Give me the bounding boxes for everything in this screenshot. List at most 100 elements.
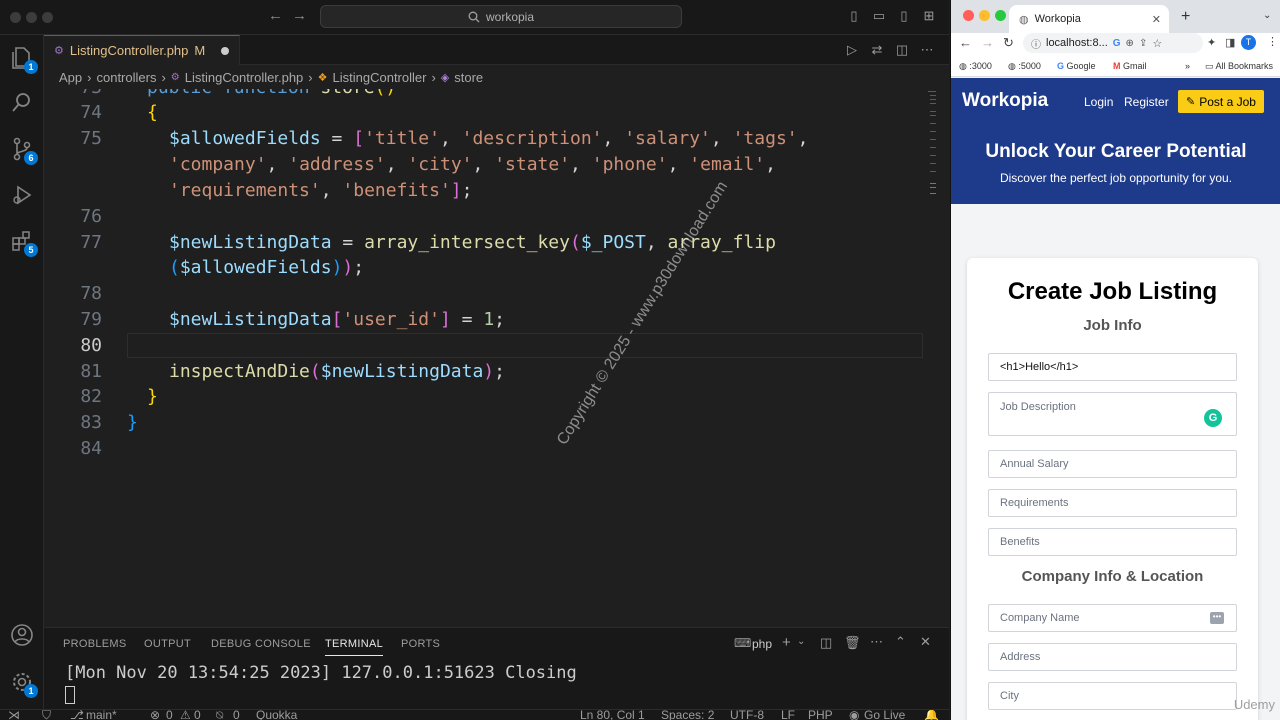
tab-problems[interactable]: PROBLEMS bbox=[63, 638, 127, 650]
breadcrumb-app[interactable]: App bbox=[59, 70, 82, 85]
command-center[interactable]: workopia bbox=[320, 5, 682, 28]
breadcrumb-class[interactable]: ListingController bbox=[333, 70, 427, 85]
site-logo[interactable]: Workopia bbox=[962, 90, 1048, 112]
city-input[interactable]: City bbox=[988, 682, 1237, 710]
forward-arrow-icon[interactable]: → bbox=[292, 7, 307, 24]
run-file-icon[interactable]: ▷ bbox=[844, 43, 860, 57]
toggle-sidebar-icon[interactable]: ▯ bbox=[846, 9, 862, 23]
menu-kebab-icon[interactable]: ⋮ bbox=[1267, 35, 1278, 48]
close-window-button[interactable] bbox=[963, 10, 974, 21]
tab-listing-controller[interactable]: ⚙ ListingController.php M bbox=[44, 35, 240, 65]
all-bookmarks[interactable]: ▭ All Bookmarks bbox=[1205, 61, 1273, 72]
browser-tab-workopia[interactable]: ◍ Workopia ✕ bbox=[1009, 5, 1169, 33]
address-bar[interactable]: ⓘ localhost:8... G ⊕ ⇪ ☆ bbox=[1023, 33, 1203, 53]
extensions-puzzle-icon[interactable]: ✦ bbox=[1207, 36, 1216, 49]
tab-ports[interactable]: PORTS bbox=[401, 638, 440, 650]
more-bookmarks-icon[interactable]: » bbox=[1185, 61, 1190, 71]
close-tab-icon[interactable]: ✕ bbox=[1152, 13, 1161, 26]
bookmark-5000[interactable]: ◍ :5000 bbox=[1008, 61, 1041, 72]
bell-icon[interactable]: 🔔 bbox=[924, 710, 939, 720]
customize-layout-icon[interactable]: ⊞ bbox=[921, 9, 937, 23]
source-control-icon[interactable]: 6 bbox=[8, 135, 38, 165]
split-editor-icon[interactable]: ◫ bbox=[894, 43, 910, 57]
tab-search-icon[interactable]: ⌄ bbox=[1263, 10, 1271, 21]
maximize-panel-icon[interactable]: ⌃ bbox=[895, 634, 906, 650]
breadcrumb-controllers[interactable]: controllers bbox=[96, 70, 156, 85]
compare-changes-icon[interactable]: ⇄ bbox=[869, 43, 885, 57]
login-link[interactable]: Login bbox=[1084, 95, 1113, 109]
shield-icon[interactable]: ⛉ bbox=[42, 710, 51, 720]
indentation[interactable]: Spaces: 2 bbox=[661, 710, 714, 720]
remote-icon[interactable]: ⋊ bbox=[8, 710, 20, 720]
bookmark-3000[interactable]: ◍ :3000 bbox=[959, 61, 992, 72]
quokka-status[interactable]: Quokka bbox=[256, 710, 297, 720]
trash-icon[interactable]: 🗑 bbox=[844, 635, 861, 651]
back-arrow-icon[interactable]: ← bbox=[268, 7, 283, 24]
back-arrow-icon[interactable]: ← bbox=[959, 35, 972, 50]
zoom-icon[interactable]: ⊕ bbox=[1126, 38, 1134, 49]
side-panel-icon[interactable]: ◨ bbox=[1225, 36, 1235, 49]
new-terminal-icon[interactable]: + bbox=[782, 634, 791, 651]
bookmark-gmail[interactable]: M Gmail bbox=[1113, 61, 1147, 71]
benefits-input[interactable]: Benefits bbox=[988, 528, 1237, 556]
error-count[interactable]: 0 bbox=[166, 710, 173, 720]
toggle-panel-icon[interactable]: ▭ bbox=[871, 9, 887, 23]
bookmark-star-icon[interactable]: ☆ bbox=[1152, 37, 1162, 50]
profile-avatar[interactable]: T bbox=[1241, 35, 1256, 50]
encoding[interactable]: UTF-8 bbox=[730, 710, 764, 720]
settings-gear-icon[interactable]: 1 bbox=[8, 668, 38, 698]
close-panel-icon[interactable]: ✕ bbox=[920, 634, 931, 650]
minimap[interactable] bbox=[924, 89, 936, 209]
more-actions-icon[interactable]: ⋯ bbox=[919, 43, 935, 57]
line-endings[interactable]: LF bbox=[781, 710, 795, 720]
google-lens-icon[interactable]: G bbox=[1113, 38, 1121, 49]
close-window-button[interactable] bbox=[10, 12, 21, 23]
browser-tab-strip: ◍ Workopia ✕ + ⌄ bbox=[951, 0, 1280, 33]
autofill-icon[interactable]: ••• bbox=[1210, 612, 1224, 624]
bookmark-google[interactable]: G Google bbox=[1057, 61, 1096, 71]
requirements-input[interactable]: Requirements bbox=[988, 489, 1237, 517]
go-live-button[interactable]: Go Live bbox=[864, 710, 905, 720]
tab-output[interactable]: OUTPUT bbox=[144, 638, 191, 650]
toggle-secondary-sidebar-icon[interactable]: ▯ bbox=[896, 9, 912, 23]
maximize-window-button[interactable] bbox=[42, 12, 53, 23]
split-terminal-icon[interactable]: ◫ bbox=[820, 635, 832, 651]
terminal-output-line: [Mon Nov 20 13:54:25 2023] 127.0.0.1:516… bbox=[65, 663, 577, 683]
annual-salary-input[interactable]: Annual Salary bbox=[988, 450, 1237, 478]
new-tab-icon[interactable]: + bbox=[1181, 8, 1190, 26]
breadcrumb-file[interactable]: ListingController.php bbox=[185, 70, 304, 85]
minimize-window-button[interactable] bbox=[979, 10, 990, 21]
breadcrumb-method[interactable]: store bbox=[454, 70, 483, 85]
info-count[interactable]: 0 bbox=[233, 710, 240, 720]
reload-icon[interactable]: ↻ bbox=[1003, 35, 1014, 51]
extensions-icon[interactable]: 5 bbox=[8, 227, 38, 257]
code-editor[interactable]: 73 74 75 76 77 78 79 80 81 82 83 84 publ… bbox=[44, 89, 936, 627]
job-title-input[interactable]: <h1>Hello</h1> bbox=[988, 353, 1237, 381]
share-icon[interactable]: ⇪ bbox=[1139, 38, 1147, 49]
explorer-icon[interactable]: 1 bbox=[8, 44, 38, 74]
line-number: 84 bbox=[80, 438, 102, 459]
unsaved-dot-icon[interactable] bbox=[221, 46, 230, 55]
run-debug-icon[interactable] bbox=[8, 181, 36, 209]
company-name-input[interactable]: Company Name ••• bbox=[988, 604, 1237, 632]
accounts-icon[interactable] bbox=[8, 621, 36, 649]
post-job-button[interactable]: ✎ Post a Job bbox=[1178, 90, 1264, 113]
forward-arrow-icon[interactable]: → bbox=[981, 35, 994, 50]
terminal-name[interactable]: php bbox=[752, 637, 772, 651]
language-mode[interactable]: PHP bbox=[808, 710, 833, 720]
chevron-down-icon[interactable]: ⌄ bbox=[797, 636, 805, 647]
job-description-textarea[interactable]: Job Description G bbox=[988, 392, 1237, 436]
register-link[interactable]: Register bbox=[1124, 95, 1169, 109]
cursor-position[interactable]: Ln 80, Col 1 bbox=[580, 710, 645, 720]
maximize-window-button[interactable] bbox=[995, 10, 1006, 21]
warning-count[interactable]: 0 bbox=[194, 710, 201, 720]
search-icon[interactable] bbox=[8, 88, 36, 116]
tab-terminal[interactable]: TERMINAL bbox=[325, 638, 384, 656]
tab-debug-console[interactable]: DEBUG CONSOLE bbox=[211, 638, 311, 650]
branch-name[interactable]: main* bbox=[86, 710, 117, 720]
grammarly-icon[interactable]: G bbox=[1204, 409, 1222, 427]
minimize-window-button[interactable] bbox=[26, 12, 37, 23]
address-input[interactable]: Address bbox=[988, 643, 1237, 671]
site-info-icon[interactable]: ⓘ bbox=[1031, 36, 1041, 51]
more-actions-icon[interactable]: ⋯ bbox=[870, 634, 883, 650]
